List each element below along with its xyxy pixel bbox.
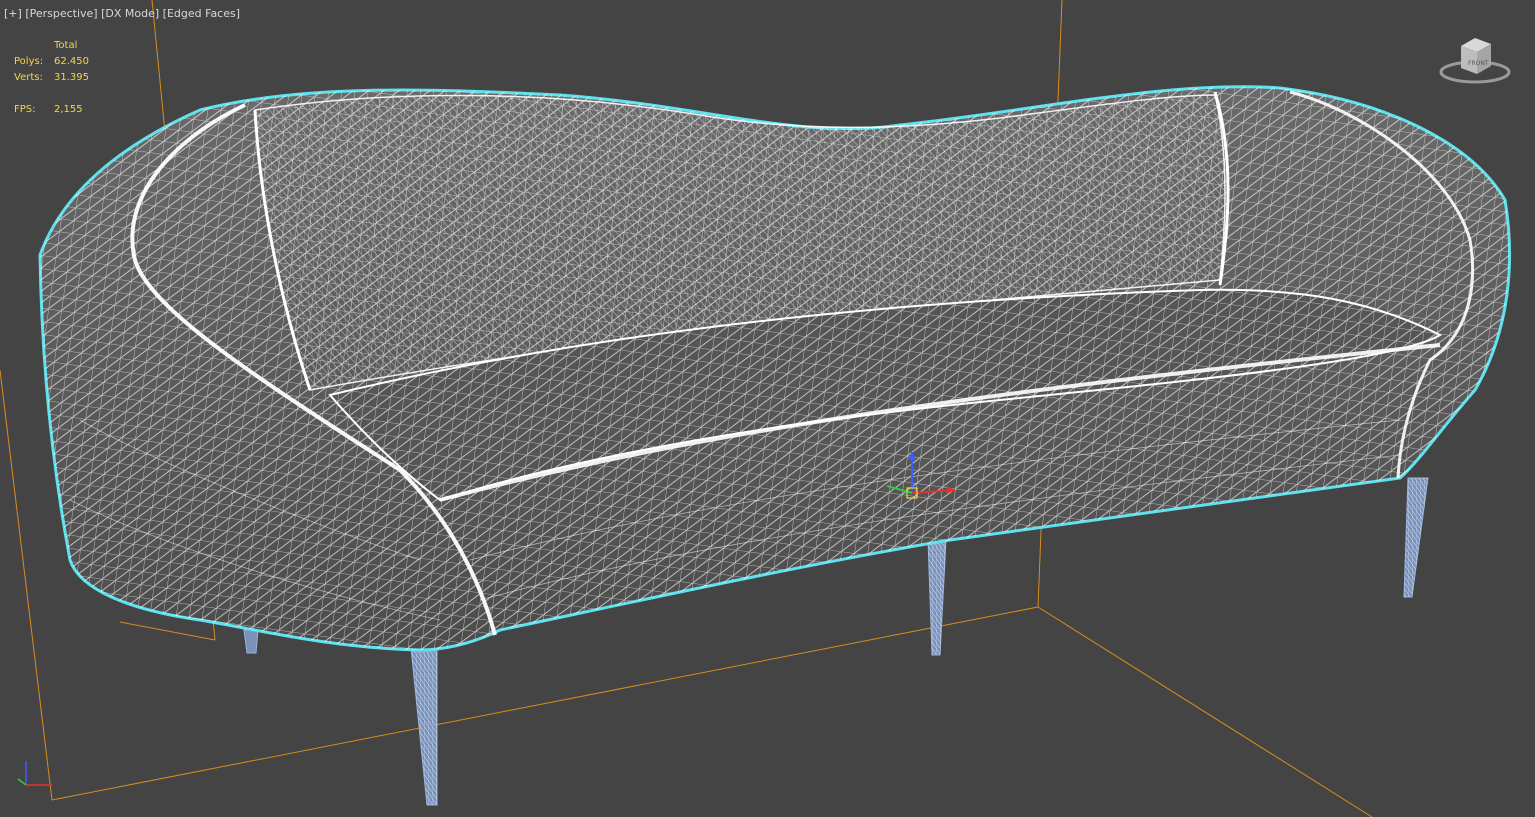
stats-header: Total: [54, 40, 78, 51]
verts-value: 31.395: [54, 72, 89, 83]
scene-canvas[interactable]: [0, 0, 1535, 817]
viewport-view-menu[interactable]: [Perspective]: [25, 7, 97, 20]
world-axis-tripod-icon: [17, 761, 52, 786]
sofa-model[interactable]: [38, 85, 1512, 652]
viewport-display-style-menu[interactable]: [Edged Faces]: [163, 7, 240, 20]
viewcube-icon[interactable]: FRONT: [1435, 34, 1515, 90]
fps-label: FPS:: [14, 104, 36, 115]
verts-label: Verts:: [14, 72, 43, 83]
leg-back-left: [243, 629, 259, 654]
viewport-statistics: Total Polys: 62.450 Verts: 31.395 FPS: 2,15…: [14, 38, 89, 118]
viewport-plus-menu[interactable]: [+]: [4, 7, 22, 20]
viewcube-face-label: FRONT: [1468, 60, 1489, 67]
viewport-label-menu: [+] [Perspective] [DX Mode] [Edged Faces…: [4, 7, 240, 21]
fps-value: 2,155: [54, 104, 83, 115]
polys-value: 62.450: [54, 56, 89, 67]
perspective-viewport[interactable]: [+] [Perspective] [DX Mode] [Edged Faces…: [0, 0, 1535, 817]
polys-label: Polys:: [14, 56, 44, 67]
viewport-shading-menu[interactable]: [DX Mode]: [101, 7, 159, 20]
